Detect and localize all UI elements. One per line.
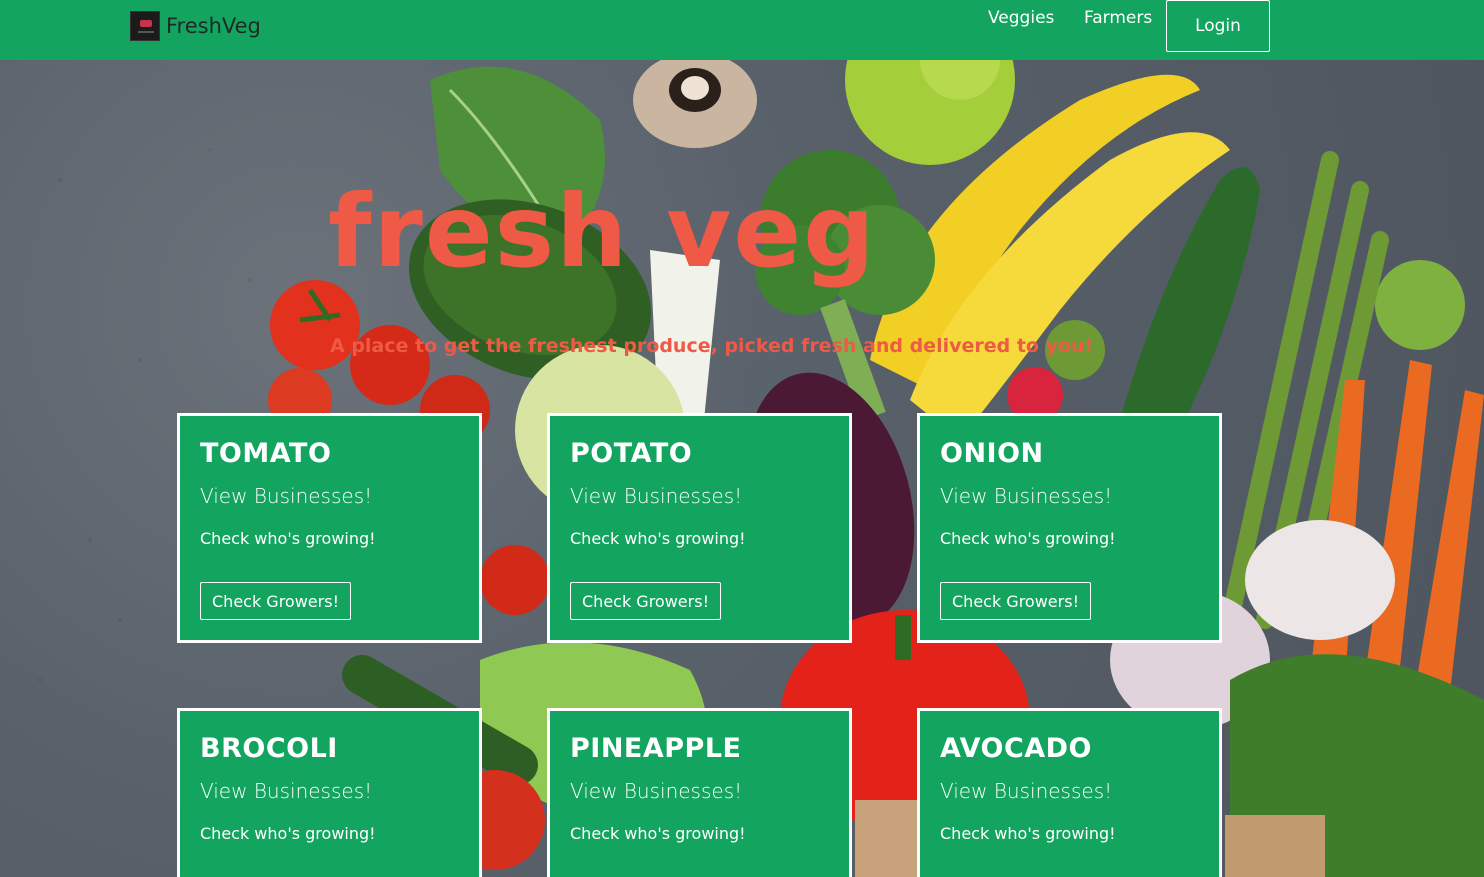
brand-link[interactable]: FreshVeg: [130, 11, 261, 41]
card-subtitle: View Businesses!: [940, 779, 1113, 803]
veggie-card-onion: ONION View Businesses! Check who's growi…: [917, 413, 1222, 643]
hero-title: fresh veg: [328, 173, 877, 290]
card-text: Check who's growing!: [200, 824, 376, 843]
card-text: Check who's growing!: [570, 824, 746, 843]
card-text: Check who's growing!: [940, 529, 1116, 548]
veggie-card-pineapple: PINEAPPLE View Businesses! Check who's g…: [547, 708, 852, 877]
freshveg-logo-icon: [130, 11, 160, 41]
card-title: PINEAPPLE: [570, 733, 742, 764]
login-button[interactable]: Login: [1166, 0, 1270, 52]
card-subtitle: View Businesses!: [940, 484, 1113, 508]
nav-link-veggies[interactable]: Veggies: [988, 8, 1054, 28]
card-title: TOMATO: [200, 438, 332, 469]
hero-subtitle: A place to get the freshest produce, pic…: [330, 335, 1094, 357]
card-text: Check who's growing!: [200, 529, 376, 548]
card-text: Check who's growing!: [940, 824, 1116, 843]
veggie-card-potato: POTATO View Businesses! Check who's grow…: [547, 413, 852, 643]
card-title: AVOCADO: [940, 733, 1093, 764]
check-growers-button[interactable]: Check Growers!: [570, 582, 721, 620]
card-title: POTATO: [570, 438, 693, 469]
check-growers-button[interactable]: Check Growers!: [200, 582, 351, 620]
card-text: Check who's growing!: [570, 529, 746, 548]
veggie-card-brocoli: BROCOLI View Businesses! Check who's gro…: [177, 708, 482, 877]
card-title: BROCOLI: [200, 733, 338, 764]
card-title: ONION: [940, 438, 1044, 469]
brand-name: FreshVeg: [166, 14, 261, 38]
nav-link-farmers[interactable]: Farmers: [1084, 8, 1152, 28]
card-subtitle: View Businesses!: [570, 484, 743, 508]
card-subtitle: View Businesses!: [200, 779, 373, 803]
check-growers-button[interactable]: Check Growers!: [940, 582, 1091, 620]
card-subtitle: View Businesses!: [200, 484, 373, 508]
card-subtitle: View Businesses!: [570, 779, 743, 803]
navbar: FreshVeg Veggies Farmers Login: [0, 0, 1484, 60]
veggie-card-tomato: TOMATO View Businesses! Check who's grow…: [177, 413, 482, 643]
veggie-card-avocado: AVOCADO View Businesses! Check who's gro…: [917, 708, 1222, 877]
